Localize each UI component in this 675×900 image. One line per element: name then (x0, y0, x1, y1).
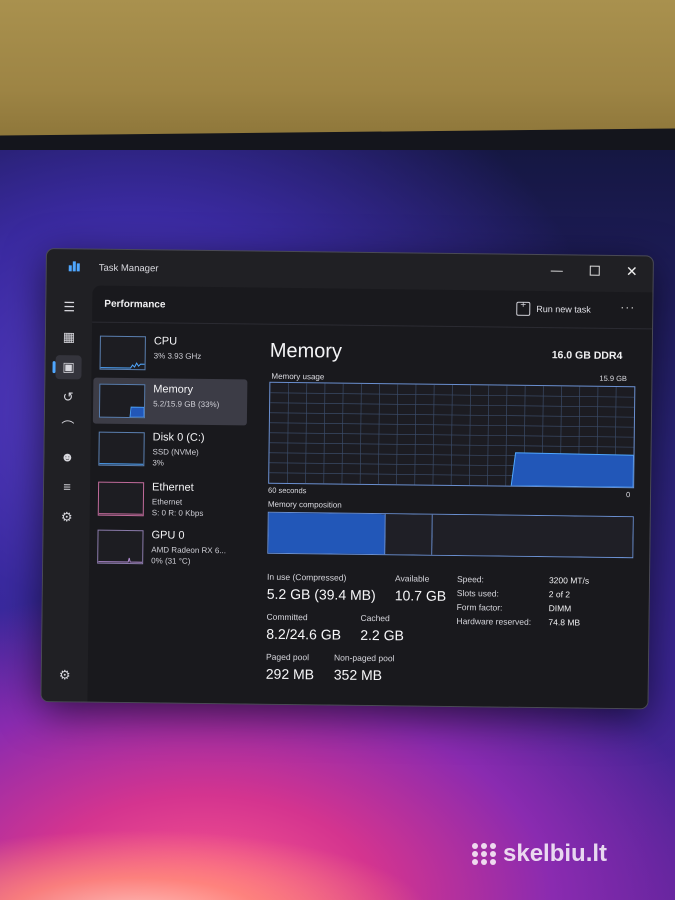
committed-value: 8.2/24.6 GB (266, 625, 342, 643)
run-new-task-label: Run new task (536, 303, 591, 315)
form-factor-label: Form factor: (456, 602, 503, 613)
run-new-task-button[interactable]: Run new task (516, 298, 591, 321)
in-use-label: In use (Compressed) (266, 571, 347, 583)
task-manager-icon (68, 261, 83, 272)
performance-header: Performance Run new task ··· (92, 285, 653, 330)
device-memory[interactable]: Memory 5.2/15.9 GB (33%) (92, 377, 248, 426)
page-title: Performance (104, 298, 166, 311)
speed-label: Speed: (456, 574, 484, 585)
minimize-button[interactable]: — (539, 259, 575, 283)
disk-thumbnail (98, 431, 145, 467)
details-icon[interactable]: ≡ (54, 475, 80, 499)
hamburger-menu-icon[interactable]: ☰ (56, 295, 82, 319)
device-name: GPU 0 (151, 529, 185, 542)
memory-title: Memory (269, 339, 343, 363)
composition-modified (385, 514, 433, 555)
non-paged-pool-value: 352 MB (333, 666, 383, 684)
composition-in-use (268, 512, 386, 555)
wall-background (0, 0, 675, 150)
memory-spec: 16.0 GB DDR4 (551, 349, 623, 363)
ethernet-thumbnail (97, 481, 145, 517)
performance-panel: Performance Run new task ··· CPU 3% 3.93… (87, 285, 653, 709)
available-value: 10.7 GB (394, 587, 447, 604)
chart-axis-right: 0 (625, 490, 631, 500)
composition-label: Memory composition (267, 499, 342, 510)
paged-pool-value: 292 MB (265, 665, 315, 683)
users-icon[interactable]: ☻ (54, 445, 80, 469)
device-ethernet[interactable]: Ethernet Ethernet S: 0 R: 0 Kbps (92, 476, 247, 524)
more-options-button[interactable]: ··· (620, 300, 635, 314)
device-name: Ethernet (152, 481, 194, 494)
device-gpu[interactable]: GPU 0 AMD Radeon RX 6... 0% (31 °C) (91, 524, 246, 572)
performance-icon[interactable]: ▣ (55, 355, 82, 380)
screen-glare (0, 760, 675, 900)
slots-used-value: 2 of 2 (548, 589, 571, 600)
watermark-logo-icon (472, 843, 497, 865)
hardware-reserved-label: Hardware reserved: (456, 616, 532, 627)
cpu-thumbnail (99, 335, 146, 371)
device-cpu[interactable]: CPU 3% 3.93 GHz (93, 330, 248, 378)
committed-label: Committed (266, 611, 308, 623)
settings-icon[interactable]: ⚙ (52, 663, 78, 687)
device-disk[interactable]: Disk 0 (C:) SSD (NVMe) 3% (92, 426, 247, 474)
form-factor-value: DIMM (548, 603, 572, 614)
chart-axis-left: 60 seconds (268, 485, 307, 496)
available-label: Available (394, 573, 430, 584)
memory-usage-graph (269, 382, 635, 488)
window-title: Task Manager (98, 262, 159, 275)
usage-chart-label: Memory usage (271, 371, 325, 382)
app-history-icon[interactable]: ↺ (55, 385, 81, 409)
maximize-button[interactable] (577, 259, 613, 283)
processes-icon[interactable]: ▦ (56, 325, 82, 349)
usage-chart-max: 15.9 GB (599, 373, 628, 384)
memory-thumbnail (98, 383, 146, 419)
gpu-thumbnail (97, 529, 144, 565)
device-detail: Ethernet S: 0 R: 0 Kbps (151, 497, 204, 518)
run-task-icon (516, 301, 531, 316)
device-name: Memory (153, 383, 194, 396)
cached-value: 2.2 GB (360, 626, 404, 644)
navigation-rail: ☰ ▦ ▣ ↺ ⌒ ☻ ≡ ⚙ ⚙ (41, 285, 93, 702)
watermark-text: skelbiu.lt (503, 840, 608, 867)
hardware-reserved-value: 74.8 MB (548, 617, 581, 628)
composition-standby (432, 514, 633, 558)
device-name: CPU (153, 335, 178, 348)
device-detail: 5.2/15.9 GB (33%) (153, 399, 220, 410)
device-detail: SSD (NVMe) 3% (152, 447, 199, 468)
services-icon[interactable]: ⚙ (54, 505, 80, 529)
in-use-value: 5.2 GB (39.4 MB) (266, 585, 376, 604)
task-manager-window: Task Manager — ✕ ☰ ▦ ▣ ↺ ⌒ ☻ ≡ ⚙ ⚙ Perfo… (40, 248, 654, 710)
startup-apps-icon[interactable]: ⌒ (55, 415, 81, 439)
memory-composition-bar (267, 511, 634, 559)
speed-value: 3200 MT/s (548, 575, 590, 586)
device-name: Disk 0 (C:) (152, 431, 205, 444)
close-button[interactable]: ✕ (614, 260, 650, 284)
cached-label: Cached (360, 612, 390, 624)
non-paged-pool-label: Non-paged pool (333, 652, 395, 664)
device-list: CPU 3% 3.93 GHz Memory 5.2/15.9 GB (33%)… (89, 326, 252, 588)
device-detail: AMD Radeon RX 6... 0% (31 °C) (151, 545, 227, 566)
memory-usage-area (510, 452, 635, 488)
slots-used-label: Slots used: (456, 588, 499, 599)
watermark: skelbiu.lt (472, 840, 607, 868)
maximize-icon (589, 265, 600, 276)
paged-pool-label: Paged pool (265, 651, 310, 663)
memory-usage-chart (268, 381, 636, 489)
device-detail: 3% 3.93 GHz (153, 351, 202, 361)
